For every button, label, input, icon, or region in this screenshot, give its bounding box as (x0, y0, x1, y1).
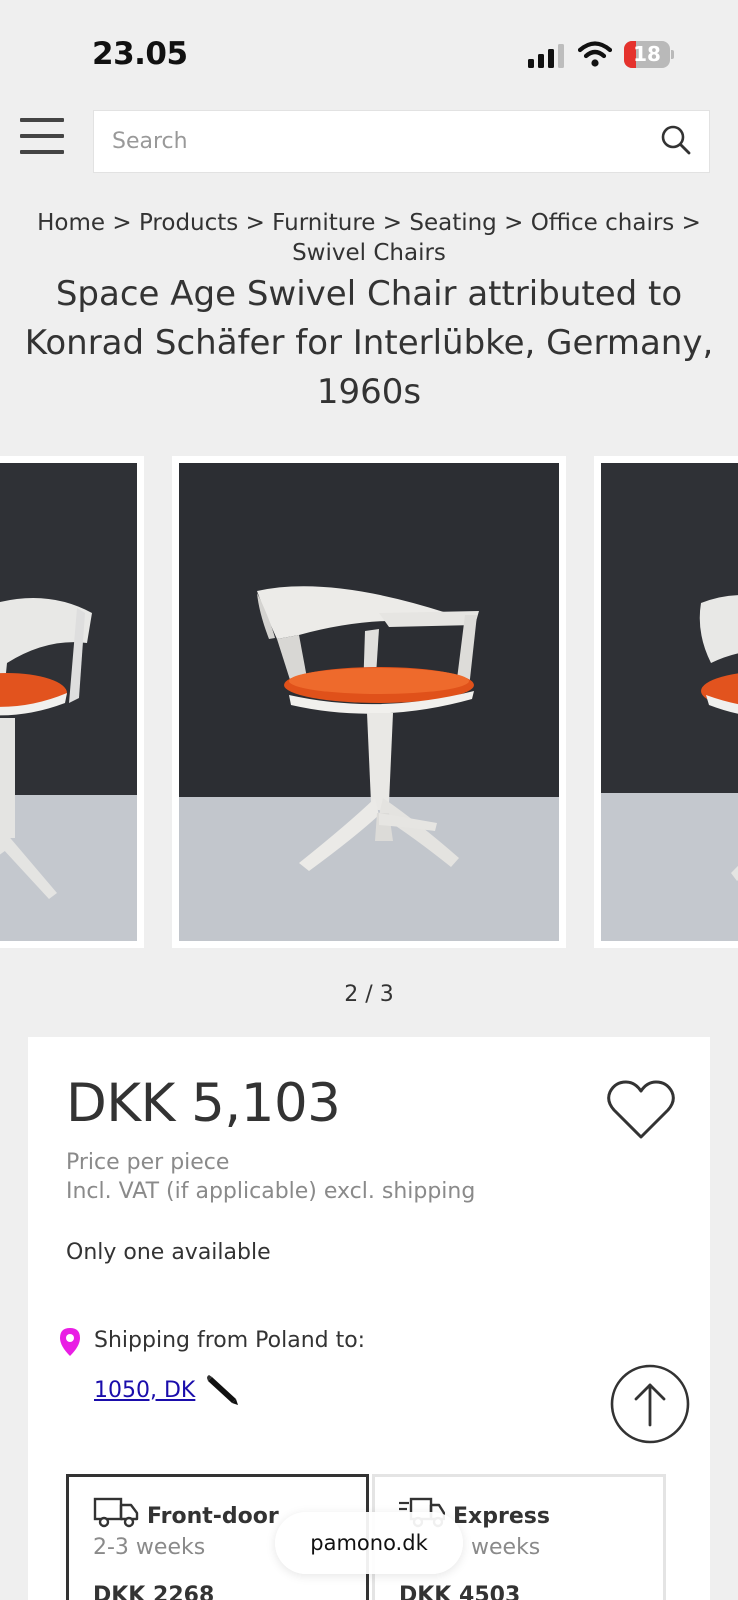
shipping-option-eta: 2-3 weeks (93, 1535, 206, 1560)
product-photo (601, 463, 738, 941)
product-title: Space Age Swivel Chair attributed to Kon… (24, 274, 714, 412)
breadcrumb-swivel-chairs[interactable]: Swivel Chairs (292, 240, 446, 266)
hamburger-menu-icon[interactable] (20, 116, 64, 156)
breadcrumb-products[interactable]: Products (139, 210, 238, 236)
breadcrumb-office-chairs[interactable]: Office chairs (531, 210, 675, 236)
shipping-origin-text: Shipping from Poland to: (94, 1328, 366, 1353)
breadcrumb-separator: > (112, 210, 132, 236)
signal-icon (528, 44, 564, 68)
breadcrumb-separator: > (245, 210, 265, 236)
status-time: 23.05 (92, 36, 188, 72)
price-per-piece-note: Price per piece (66, 1150, 230, 1175)
shipping-option-price: DKK 2268 (93, 1583, 215, 1600)
breadcrumb: Home > Products > Furniture > Seating > … (4, 208, 734, 268)
browser-url-bar[interactable]: pamono.dk (275, 1512, 463, 1574)
delivery-truck-icon (93, 1497, 139, 1528)
product-photo (179, 463, 559, 941)
carousel-slide-current[interactable] (172, 456, 566, 948)
shipping-option-name: Front-door (147, 1504, 279, 1529)
battery-icon: 18 (624, 41, 674, 68)
shipping-option-name: Express (453, 1504, 550, 1529)
vat-shipping-note: Incl. VAT (if applicable) excl. shipping (66, 1179, 476, 1204)
carousel-counter: 2 / 3 (344, 982, 394, 1007)
carousel-slide-previous[interactable] (0, 456, 144, 948)
heart-icon[interactable] (606, 1079, 676, 1143)
carousel-slide-next[interactable] (594, 456, 738, 948)
shipping-option-eta: weeks (471, 1535, 541, 1560)
image-carousel[interactable] (0, 456, 738, 948)
shipping-option-price: DKK 4503 (399, 1583, 521, 1600)
breadcrumb-separator: > (681, 210, 701, 236)
search-bar (93, 110, 710, 173)
breadcrumb-seating[interactable]: Seating (409, 210, 496, 236)
battery-level: 18 (633, 42, 661, 66)
breadcrumb-separator: > (504, 210, 524, 236)
pencil-icon[interactable] (206, 1373, 240, 1407)
location-pin-icon (60, 1328, 80, 1356)
wifi-icon (578, 41, 612, 67)
shipping-destination-link[interactable]: 1050, DK (94, 1378, 195, 1403)
search-icon[interactable] (659, 123, 693, 157)
search-input[interactable] (112, 111, 632, 172)
breadcrumb-home[interactable]: Home (37, 210, 105, 236)
product-price: DKK 5,103 (66, 1073, 341, 1134)
breadcrumb-furniture[interactable]: Furniture (272, 210, 375, 236)
breadcrumb-separator: > (382, 210, 403, 236)
arrow-up-icon[interactable] (609, 1363, 691, 1445)
availability-text: Only one available (66, 1240, 271, 1265)
status-bar: 23.05 18 (0, 0, 738, 100)
product-photo (0, 463, 137, 941)
